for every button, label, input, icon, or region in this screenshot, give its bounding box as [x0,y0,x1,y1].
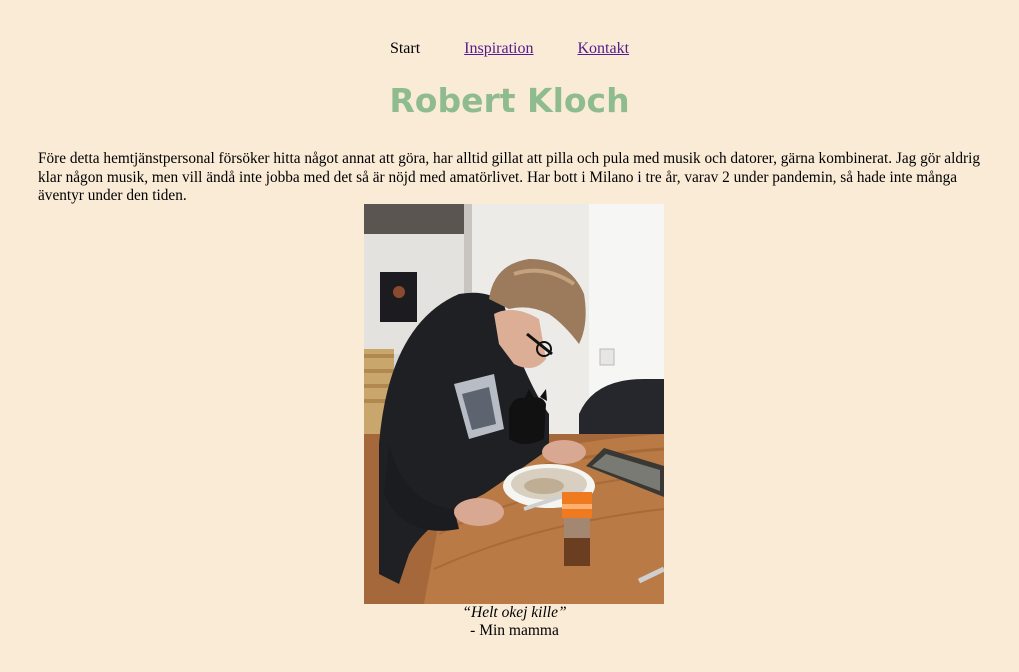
quote-author: - Min mamma [470,622,559,639]
profile-photo [364,204,664,604]
nav-inspiration-link[interactable]: Inspiration [464,40,533,58]
nav-start[interactable]: Start [390,40,420,58]
page-title: Robert Kloch [389,81,630,120]
quote-text: “Helt okej kille” [462,604,567,621]
nav-kontakt-link[interactable]: Kontakt [578,40,630,58]
quote-block: “Helt okej kille” - Min mamma [0,604,1019,640]
intro-paragraph: Före detta hemtjänstpersonal försöker hi… [38,150,980,204]
top-navigation: Start Inspiration Kontakt [0,40,1019,58]
